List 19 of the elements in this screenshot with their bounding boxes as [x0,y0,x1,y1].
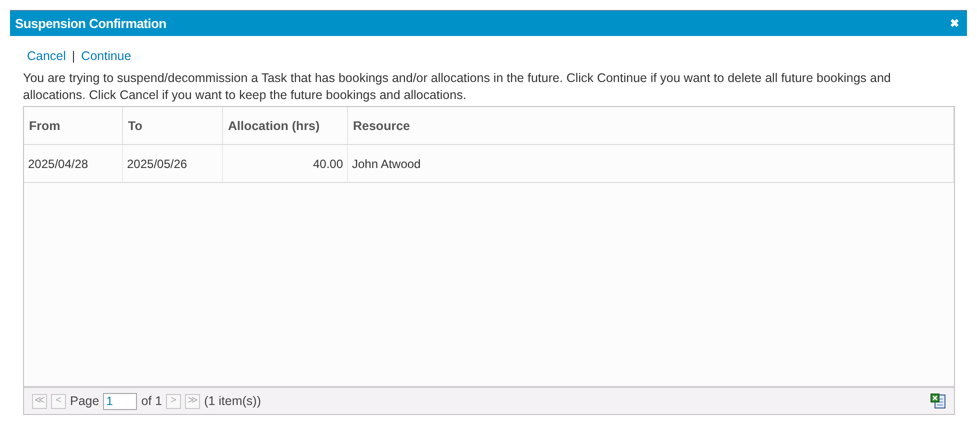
column-header[interactable]: Resource [348,107,954,144]
link-separator: | [72,49,76,63]
column-header[interactable]: From [24,107,123,144]
item-count: (1 item(s)) [204,394,262,408]
column-header[interactable]: To [123,107,223,144]
page-input[interactable]: 1 [103,392,138,410]
table-cell: 2025/05/26 [123,145,223,182]
window-title: Suspension Confirmation [15,16,166,31]
cancel-link[interactable]: Cancel [27,49,66,63]
table-cell: 40.00 [223,145,348,182]
table-cell: John Atwood [348,145,954,182]
page-label: Page [70,394,100,408]
close-button[interactable]: ✖ [950,17,959,30]
warning-message: You are trying to suspend/decommission a Task that has bookings and/or allocations in the future. Click Continue if you want to delete all future bookings and allocations. Click Cancel if you want to keep the future bookings and allocations. [23,70,892,104]
column-header[interactable]: Allocation (hrs) [223,107,348,144]
continue-link[interactable]: Continue [81,49,132,63]
page-count: of 1 [141,394,162,408]
spreadsheet-export-icon[interactable] [930,393,946,409]
table-cell: 2025/04/28 [24,145,123,182]
